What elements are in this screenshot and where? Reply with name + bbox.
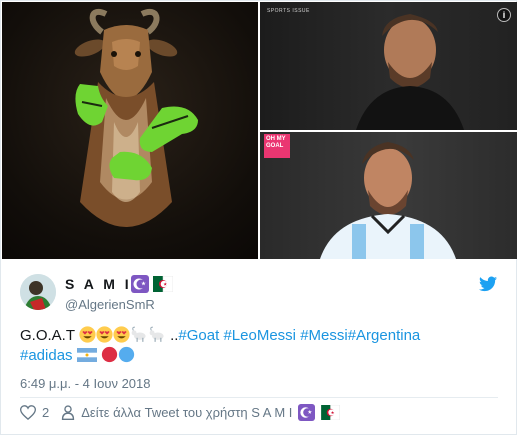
messi-portrait-bottom[interactable]: OH MY GOAL [260, 132, 517, 259]
tweet-prefix: G.O.A.T [20, 327, 75, 344]
crescent-badge-icon [131, 275, 149, 293]
algeria-flag-icon [153, 276, 173, 292]
tweet-timestamp[interactable]: 6:49 μ.μ. - 4 Ιουν 2018 [20, 376, 151, 391]
red-circle-emoji [101, 346, 118, 363]
heart-eyes-emoji [113, 326, 130, 343]
username[interactable]: @AlgerienSmR [65, 297, 155, 312]
messi-portrait-top[interactable]: SPORTS ISSUE i [260, 2, 517, 130]
heart-eyes-emoji [79, 326, 96, 343]
person-icon [62, 404, 75, 420]
like-count: 2 [42, 404, 50, 420]
blue-circle-emoji [118, 346, 135, 363]
footer-divider [20, 397, 498, 398]
embedded-tweet-card: SPORTS ISSUE i OH MY GOAL S A M I @Alger… [0, 0, 517, 435]
goat-photo[interactable] [2, 2, 258, 259]
info-icon[interactable]: i [497, 8, 511, 22]
heart-icon [20, 404, 36, 420]
display-name[interactable]: S A M I [65, 276, 132, 292]
tweet-media-grid: SPORTS ISSUE i OH MY GOAL [2, 2, 517, 259]
oh-my-goal-logo: OH MY GOAL [264, 134, 290, 158]
argentina-flag-emoji [76, 348, 97, 362]
name-badges [131, 275, 173, 293]
logo-text: OH MY GOAL [266, 136, 286, 149]
algeria-flag-icon [321, 404, 341, 420]
messi-illustration-2 [320, 142, 456, 259]
more-tweets-link[interactable]: Δείτε άλλα Tweet του χρήστη S A M I [61, 403, 341, 421]
like-button[interactable]: 2 [20, 405, 49, 420]
messi-illustration-1 [356, 14, 464, 130]
crescent-badge-icon [298, 403, 316, 421]
twitter-bird-icon[interactable] [479, 276, 497, 292]
tweet-footer: 2 Δείτε άλλα Tweet του χρήστη S A M I [20, 403, 341, 421]
goat-emoji [149, 326, 164, 342]
media-caption: SPORTS ISSUE [267, 8, 310, 14]
hashtag-link[interactable]: #adidas [20, 347, 73, 364]
hashtag-link[interactable]: #LeoMessi [223, 327, 296, 344]
hashtag-link[interactable]: #Goat [178, 327, 219, 344]
hashtag-link[interactable]: #Messi#Argentina [300, 327, 420, 344]
goat-emoji [131, 326, 146, 342]
goat-illustration [74, 9, 198, 227]
more-tweets-label: Δείτε άλλα Tweet του χρήστη S A M I [81, 404, 293, 420]
tweet-text: G.O.A.T ..#Goat #LeoMessi #Messi#Argenti… [20, 326, 510, 366]
avatar[interactable] [20, 274, 56, 310]
heart-eyes-emoji [96, 326, 113, 343]
avatar-image [20, 274, 56, 310]
